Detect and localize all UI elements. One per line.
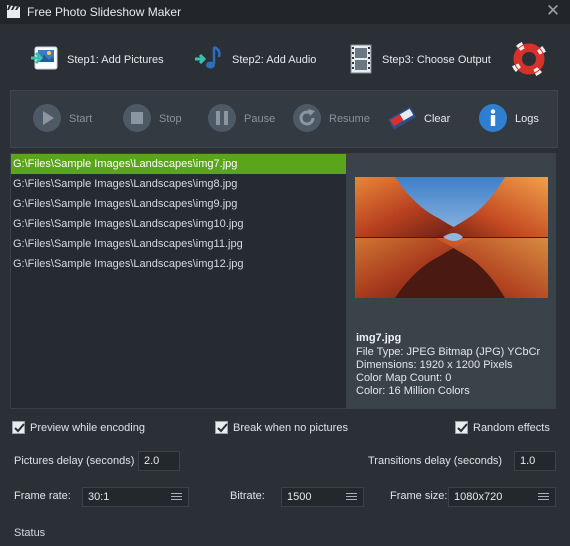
preview-while-encoding-label: Preview while encoding — [30, 421, 145, 434]
add-audio-icon — [195, 44, 225, 77]
step3-label: Step3: Choose Output — [382, 54, 491, 66]
step1-label: Step1: Add Pictures — [67, 54, 164, 66]
frame-rate-label: Frame rate: — [14, 490, 71, 502]
menu-grip-icon — [538, 493, 549, 502]
resume-icon — [292, 103, 322, 136]
step1-add-pictures-button[interactable]: Step1: Add Pictures — [30, 44, 164, 76]
add-pictures-icon — [30, 44, 60, 77]
preview-panel: img7.jpg File Type: JPEG Bitmap (JPG) YC… — [347, 153, 556, 409]
random-effects-label: Random effects — [473, 421, 550, 434]
step2-add-audio-button[interactable]: Step2: Add Audio — [195, 44, 316, 76]
resume-label: Resume — [329, 113, 370, 125]
pause-label: Pause — [244, 113, 276, 125]
status-text: Status — [14, 527, 46, 539]
file-list-item[interactable]: G:\Files\Sample Images\Landscapes\img7.j… — [11, 154, 346, 174]
play-icon — [32, 103, 62, 136]
break-when-no-pictures-label: Break when no pictures — [233, 421, 348, 434]
preview-file-name: img7.jpg — [356, 332, 402, 344]
preview-while-encoding-checkbox[interactable]: Preview while encoding — [12, 421, 145, 434]
step3-choose-output-button[interactable]: Step3: Choose Output — [349, 44, 491, 76]
checkbox-checked-icon — [455, 421, 468, 434]
bitrate-select[interactable]: 1500 — [281, 487, 364, 507]
checkbox-checked-icon — [12, 421, 25, 434]
frame-size-label: Frame size: — [390, 490, 448, 502]
preview-image — [355, 177, 548, 298]
file-list-item[interactable]: G:\Files\Sample Images\Landscapes\img12.… — [11, 254, 346, 274]
close-button[interactable]: ✕ — [544, 2, 562, 20]
logs-label: Logs — [515, 113, 539, 125]
checkbox-checked-icon — [215, 421, 228, 434]
frame-size-select[interactable]: 1080x720 — [448, 487, 556, 507]
clapperboard-icon — [6, 4, 21, 19]
window-title: Free Photo Slideshow Maker — [27, 5, 182, 19]
frame-size-value: 1080x720 — [454, 491, 503, 503]
pause-icon — [207, 103, 237, 136]
preview-color: Color: 16 Million Colors — [356, 385, 470, 397]
pictures-delay-label: Pictures delay (seconds) — [14, 455, 135, 467]
start-label: Start — [69, 113, 93, 125]
preview-file-type: File Type: JPEG Bitmap (JPG) YCbCr — [356, 346, 541, 358]
frame-rate-select[interactable]: 30:1 — [82, 487, 189, 507]
clear-button[interactable]: Clear — [387, 104, 450, 134]
menu-grip-icon — [171, 493, 182, 502]
file-list-item[interactable]: G:\Files\Sample Images\Landscapes\img10.… — [11, 214, 346, 234]
pictures-delay-input[interactable]: 2.0 — [138, 451, 180, 471]
bitrate-label: Bitrate: — [230, 490, 265, 502]
step2-label: Step2: Add Audio — [232, 54, 317, 66]
preview-color-map: Color Map Count: 0 — [356, 372, 452, 384]
file-list[interactable]: G:\Files\Sample Images\Landscapes\img7.j… — [10, 153, 347, 409]
file-list-item[interactable]: G:\Files\Sample Images\Landscapes\img8.j… — [11, 174, 346, 194]
pause-button[interactable]: Pause — [207, 103, 276, 136]
break-when-no-pictures-checkbox[interactable]: Break when no pictures — [215, 421, 348, 434]
file-list-item[interactable]: G:\Files\Sample Images\Landscapes\img9.j… — [11, 194, 346, 214]
stop-button[interactable]: Stop — [122, 103, 182, 136]
resume-button[interactable]: Resume — [292, 103, 370, 136]
menu-grip-icon — [346, 493, 357, 502]
toolbar: Start Stop Pause Resume Clear Logs — [10, 90, 558, 148]
stop-label: Stop — [159, 113, 182, 125]
film-strip-icon — [349, 44, 375, 77]
transitions-delay-input[interactable]: 1.0 — [514, 451, 556, 471]
info-icon — [478, 103, 508, 136]
transitions-delay-label: Transitions delay (seconds) — [368, 455, 503, 467]
start-button[interactable]: Start — [32, 103, 93, 136]
lifebuoy-icon[interactable] — [512, 42, 546, 76]
preview-dimensions: Dimensions: 1920 x 1200 Pixels — [356, 359, 513, 371]
clear-label: Clear — [424, 113, 451, 125]
eraser-icon — [387, 103, 417, 136]
stop-icon — [122, 103, 152, 136]
logs-button[interactable]: Logs — [478, 103, 539, 136]
frame-rate-value: 30:1 — [88, 491, 110, 503]
random-effects-checkbox[interactable]: Random effects — [455, 421, 550, 434]
file-list-item[interactable]: G:\Files\Sample Images\Landscapes\img11.… — [11, 234, 346, 254]
bitrate-value: 1500 — [287, 491, 312, 503]
